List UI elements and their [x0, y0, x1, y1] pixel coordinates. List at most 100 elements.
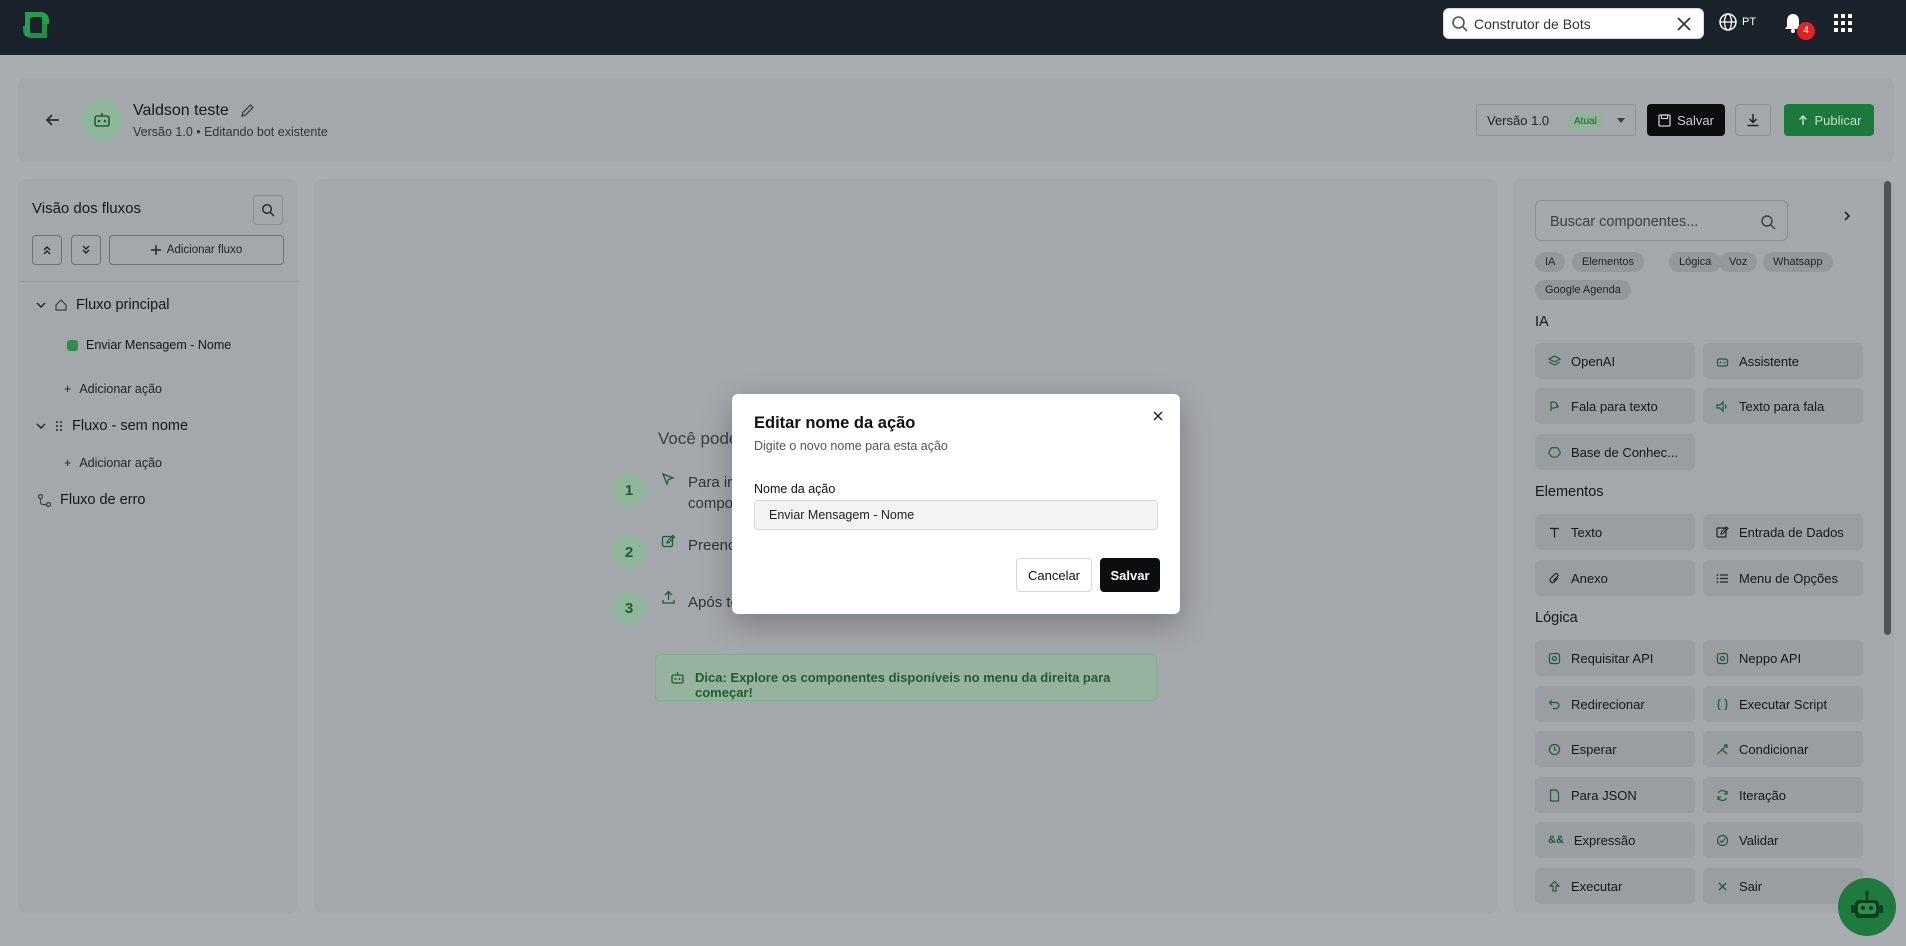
components-search-input[interactable] — [1550, 212, 1750, 232]
flows-panel-title: Visão dos fluxos — [32, 200, 141, 217]
chevron-right-icon[interactable] — [1840, 209, 1854, 223]
save-button[interactable]: Salvar — [1100, 558, 1160, 592]
language-label: PT — [1742, 16, 1757, 28]
component-label: Para JSON — [1571, 787, 1637, 803]
component-label: Base de Conhec... — [1571, 444, 1678, 460]
component-para-json[interactable]: Para JSON — [1535, 777, 1695, 813]
assistant-fab-button[interactable] — [1838, 878, 1896, 936]
section-title-logica: Lógica — [1535, 610, 1578, 626]
robot-icon — [671, 672, 684, 684]
bot-subtitle: Versão 1.0 • Editando bot existente — [133, 125, 328, 139]
edit-pencil-icon[interactable] — [240, 103, 255, 118]
component-condicionar[interactable]: Condicionar — [1703, 731, 1863, 767]
component-esperar[interactable]: Esperar — [1535, 731, 1695, 767]
top-bar: PT 4 — [0, 0, 1906, 55]
refresh-icon — [1717, 789, 1728, 801]
flow-action-item[interactable]: Enviar Mensagem - Nome — [67, 338, 231, 352]
api-icon — [1548, 652, 1561, 664]
divider — [18, 281, 298, 282]
back-arrow-icon[interactable] — [44, 111, 62, 129]
plus-icon: + — [64, 456, 72, 470]
cancel-button[interactable]: Cancelar — [1016, 558, 1092, 592]
component-menu-de-opcoes[interactable]: Menu de Opções — [1703, 560, 1863, 596]
component-requisitar-api[interactable]: Requisitar API — [1535, 640, 1695, 676]
component-expressao[interactable]: && Expressão — [1535, 822, 1695, 858]
component-executar-script[interactable]: Executar Script — [1703, 686, 1863, 722]
filter-chip-whatsapp[interactable]: Whatsapp — [1763, 252, 1833, 272]
components-search[interactable] — [1535, 200, 1788, 241]
action-status-dot — [67, 339, 78, 351]
flow-main[interactable]: Fluxo principal — [36, 297, 170, 313]
component-assistente[interactable]: Assistente — [1703, 343, 1863, 379]
section-title-ia: IA — [1535, 314, 1549, 330]
publish-button[interactable]: Publicar — [1784, 104, 1874, 136]
canvas-heading: Você pode — [658, 429, 739, 448]
global-search[interactable] — [1443, 8, 1704, 39]
filter-chip-google-agenda[interactable]: Google Agenda — [1535, 280, 1631, 300]
filter-chip-ia[interactable]: IA — [1535, 252, 1566, 272]
close-dialog-button[interactable] — [1150, 408, 1166, 424]
global-search-input[interactable] — [1474, 14, 1670, 34]
search-icon — [1761, 215, 1776, 230]
action-name-input[interactable] — [754, 500, 1158, 530]
component-redirecionar[interactable]: Redirecionar — [1535, 686, 1695, 722]
close-icon[interactable] — [1675, 15, 1693, 33]
flow-action-label: Enviar Mensagem - Nome — [86, 338, 232, 352]
filter-chip-voz[interactable]: Voz — [1719, 252, 1758, 272]
component-validar[interactable]: Validar — [1703, 822, 1863, 858]
component-texto[interactable]: Texto — [1535, 514, 1695, 550]
component-label: Executar — [1571, 878, 1623, 894]
language-selector[interactable]: PT — [1718, 12, 1756, 32]
component-label: Validar — [1739, 832, 1779, 848]
save-bot-button[interactable]: Salvar — [1647, 104, 1725, 136]
publish-label: Publicar — [1814, 112, 1862, 128]
upload-icon — [662, 590, 675, 604]
component-anexo[interactable]: Anexo — [1535, 560, 1695, 596]
cursor-icon — [661, 472, 675, 486]
component-entrada-de-dados[interactable]: Entrada de Dados — [1703, 514, 1863, 550]
flow-error[interactable]: Fluxo de erro — [37, 492, 145, 508]
app-logo-icon[interactable] — [17, 6, 55, 44]
download-button[interactable] — [1735, 104, 1771, 136]
component-executar[interactable]: Executar — [1535, 868, 1695, 904]
add-action-button[interactable]: + Adicionar ação — [64, 382, 162, 396]
search-icon — [1452, 16, 1468, 32]
chevron-down-icon[interactable] — [36, 421, 46, 431]
components-scrollbar[interactable] — [1884, 181, 1891, 635]
action-name-label: Nome da ação — [754, 482, 836, 496]
component-texto-para-fala[interactable]: Texto para fala — [1703, 388, 1863, 424]
version-select[interactable]: Versão 1.0 Atual — [1476, 104, 1636, 136]
expand-all-button[interactable] — [71, 235, 101, 265]
filter-chip-elementos[interactable]: Elementos — [1572, 252, 1644, 272]
filter-chip-logica[interactable]: Lógica — [1669, 252, 1722, 272]
flows-search-button[interactable] — [253, 195, 283, 225]
edit-action-name-dialog: Editar nome da ação Digite o novo nome p… — [732, 394, 1180, 614]
flow-main-label: Fluxo principal — [76, 297, 170, 313]
home-icon — [55, 299, 67, 311]
speech-to-text-icon — [1550, 400, 1559, 411]
robot-icon — [1851, 891, 1883, 918]
dialog-title: Editar nome da ação — [754, 414, 916, 432]
component-base-de-conhecimento[interactable]: Base de Conhec... — [1535, 434, 1695, 470]
component-label: Expressão — [1573, 832, 1636, 848]
section-title-elementos: Elementos — [1535, 484, 1604, 500]
component-label: Menu de Opções — [1739, 570, 1839, 586]
component-fala-para-texto[interactable]: Fala para texto — [1535, 388, 1695, 424]
step-number: 3 — [612, 591, 646, 625]
component-label: Condicionar — [1739, 741, 1809, 757]
add-action-label: Adicionar ação — [79, 456, 163, 470]
apps-grid-icon[interactable] — [1833, 13, 1853, 33]
flow-unnamed[interactable]: Fluxo - sem nome — [36, 418, 188, 434]
collapse-all-button[interactable] — [32, 235, 62, 265]
drag-handle-icon[interactable] — [54, 419, 64, 433]
save-bot-label: Salvar — [1677, 112, 1714, 128]
step-text: Preenc — [688, 537, 736, 554]
component-openai[interactable]: OpenAI — [1535, 343, 1695, 379]
chevron-down-icon[interactable] — [36, 300, 46, 310]
component-iteracao[interactable]: Iteração — [1703, 777, 1863, 813]
add-action-button[interactable]: + Adicionar ação — [64, 456, 162, 470]
dialog-subtitle: Digite o novo nome para esta ação — [754, 439, 948, 453]
component-label: Iteração — [1739, 787, 1786, 803]
add-flow-button[interactable]: Adicionar fluxo — [109, 235, 284, 265]
component-neppo-api[interactable]: Neppo API — [1703, 640, 1863, 676]
